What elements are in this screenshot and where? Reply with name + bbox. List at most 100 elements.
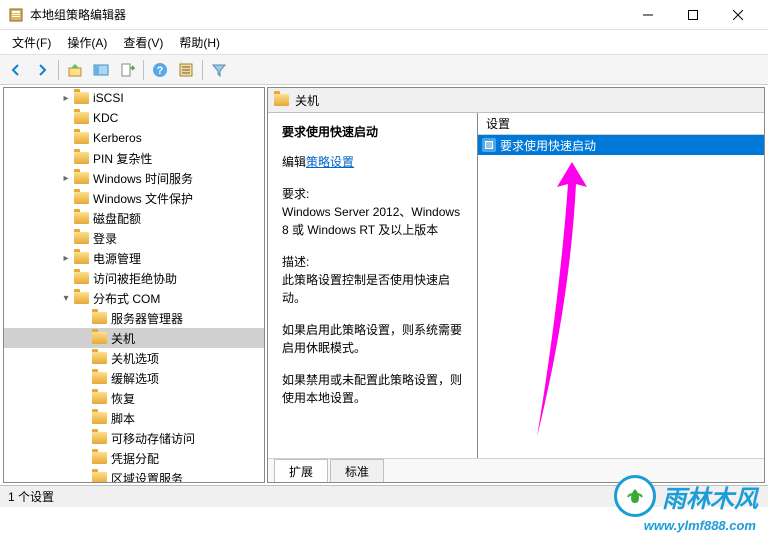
tree-panel[interactable]: ▸ iSCSI KDC Kerberos PIN 复杂性 ▸ Windows 时间服务 Win… — [3, 87, 265, 483]
tree-item[interactable]: 关机选项 — [4, 348, 264, 368]
requirements-text: Windows Server 2012、Windows 8 或 Windows … — [282, 203, 463, 239]
tree-item-label: 凭据分配 — [111, 450, 159, 467]
tree-item[interactable]: KDC — [4, 108, 264, 128]
policy-icon — [482, 138, 496, 152]
folder-icon — [74, 232, 89, 244]
tree-item[interactable]: 缓解选项 — [4, 368, 264, 388]
content-panel: 关机 要求使用快速启动 编辑策略设置 要求: Windows Server 20… — [267, 87, 765, 483]
tree-item-label: 磁盘配额 — [93, 210, 141, 227]
folder-icon — [74, 272, 89, 284]
edit-label: 编辑 — [282, 155, 306, 169]
tree-item[interactable]: 登录 — [4, 228, 264, 248]
up-button[interactable] — [63, 58, 87, 82]
menu-view[interactable]: 查看(V) — [115, 31, 171, 54]
tab-extended[interactable]: 扩展 — [274, 459, 328, 483]
requirements-section: 要求: Windows Server 2012、Windows 8 或 Wind… — [282, 185, 463, 239]
tree-item-label: 电源管理 — [93, 250, 141, 267]
folder-icon — [92, 352, 107, 364]
menu-action[interactable]: 操作(A) — [59, 31, 115, 54]
list-item-label: 要求使用快速启动 — [500, 137, 596, 154]
expand-icon[interactable]: ▸ — [58, 93, 74, 104]
watermark-brand: 雨林木风 — [662, 479, 758, 514]
edit-policy-link-row: 编辑策略设置 — [282, 153, 463, 171]
description-label: 描述: — [282, 253, 463, 271]
tree-item-label: 脚本 — [111, 410, 135, 427]
tree-item[interactable]: 脚本 — [4, 408, 264, 428]
folder-icon — [74, 112, 89, 124]
tree-item-label: Windows 时间服务 — [93, 170, 193, 187]
expand-icon[interactable]: ▸ — [58, 173, 74, 184]
tree-item-label: 登录 — [93, 230, 117, 247]
folder-icon — [74, 212, 89, 224]
tree-item-label: 关机 — [111, 330, 135, 347]
tree-item-label: 可移动存储访问 — [111, 430, 195, 447]
tree-item[interactable]: 可移动存储访问 — [4, 428, 264, 448]
folder-icon — [74, 172, 89, 184]
watermark-logo — [614, 475, 656, 517]
content-header: 关机 — [268, 88, 764, 113]
tree-item[interactable]: 服务器管理器 — [4, 308, 264, 328]
menubar: 文件(F) 操作(A) 查看(V) 帮助(H) — [0, 30, 768, 55]
window-controls — [625, 0, 760, 29]
folder-icon — [92, 312, 107, 324]
folder-icon — [74, 192, 89, 204]
tree-item-label: PIN 复杂性 — [93, 150, 152, 167]
folder-icon — [74, 132, 89, 144]
tree-item-label: 分布式 COM — [93, 290, 160, 307]
tree-item[interactable]: 区域设置服务 — [4, 468, 264, 483]
tree-item[interactable]: ▸ iSCSI — [4, 88, 264, 108]
separator — [143, 60, 144, 80]
tree-item[interactable]: 恢复 — [4, 388, 264, 408]
tree-item-label: 关机选项 — [111, 350, 159, 367]
description-text-3: 如果禁用或未配置此策略设置，则使用本地设置。 — [282, 371, 463, 407]
tree-item[interactable]: PIN 复杂性 — [4, 148, 264, 168]
tree-item[interactable]: ▸ 电源管理 — [4, 248, 264, 268]
menu-file[interactable]: 文件(F) — [4, 31, 59, 54]
maximize-button[interactable] — [670, 0, 715, 29]
folder-icon — [92, 472, 107, 483]
separator — [202, 60, 203, 80]
tree-item[interactable]: 凭据分配 — [4, 448, 264, 468]
tree-item[interactable]: 磁盘配额 — [4, 208, 264, 228]
tree-item[interactable]: Kerberos — [4, 128, 264, 148]
tree-item-label: 缓解选项 — [111, 370, 159, 387]
folder-icon — [74, 292, 89, 304]
folder-icon — [74, 252, 89, 264]
tree-item-label: KDC — [93, 111, 118, 125]
filter-button[interactable] — [207, 58, 231, 82]
tree-item-label: 恢复 — [111, 390, 135, 407]
folder-icon — [92, 372, 107, 384]
detail-pane: 要求使用快速启动 编辑策略设置 要求: Windows Server 2012、… — [268, 113, 478, 458]
titlebar: 本地组策略编辑器 — [0, 0, 768, 30]
tab-standard[interactable]: 标准 — [330, 459, 384, 483]
content-title: 关机 — [295, 92, 319, 109]
export-button[interactable] — [115, 58, 139, 82]
app-icon — [8, 7, 24, 23]
tree-item-label: iSCSI — [93, 91, 124, 105]
tree-item-label: Windows 文件保护 — [93, 190, 193, 207]
forward-button[interactable] — [30, 58, 54, 82]
folder-icon — [74, 92, 89, 104]
tree-item[interactable]: Windows 文件保护 — [4, 188, 264, 208]
tree-item[interactable]: 关机 — [4, 328, 264, 348]
close-button[interactable] — [715, 0, 760, 29]
description-section: 描述: 此策略设置控制是否使用快速启动。 — [282, 253, 463, 307]
list-item-selected[interactable]: 要求使用快速启动 — [478, 135, 764, 155]
folder-icon — [92, 412, 107, 424]
back-button[interactable] — [4, 58, 28, 82]
menu-help[interactable]: 帮助(H) — [171, 31, 228, 54]
show-hide-button[interactable] — [89, 58, 113, 82]
help-button[interactable]: ? — [148, 58, 172, 82]
tree-item[interactable]: ▾ 分布式 COM — [4, 288, 264, 308]
tree-item[interactable]: ▸ Windows 时间服务 — [4, 168, 264, 188]
list-column-header[interactable]: 设置 — [478, 113, 764, 135]
status-text: 1 个设置 — [8, 488, 54, 505]
properties-button[interactable] — [174, 58, 198, 82]
collapse-icon[interactable]: ▾ — [58, 293, 74, 304]
edit-policy-link[interactable]: 策略设置 — [306, 155, 354, 169]
expand-icon[interactable]: ▸ — [58, 253, 74, 264]
description-text-2: 如果启用此策略设置，则系统需要启用休眠模式。 — [282, 321, 463, 357]
tree-item[interactable]: 访问被拒绝协助 — [4, 268, 264, 288]
policy-title: 要求使用快速启动 — [282, 123, 463, 141]
minimize-button[interactable] — [625, 0, 670, 29]
